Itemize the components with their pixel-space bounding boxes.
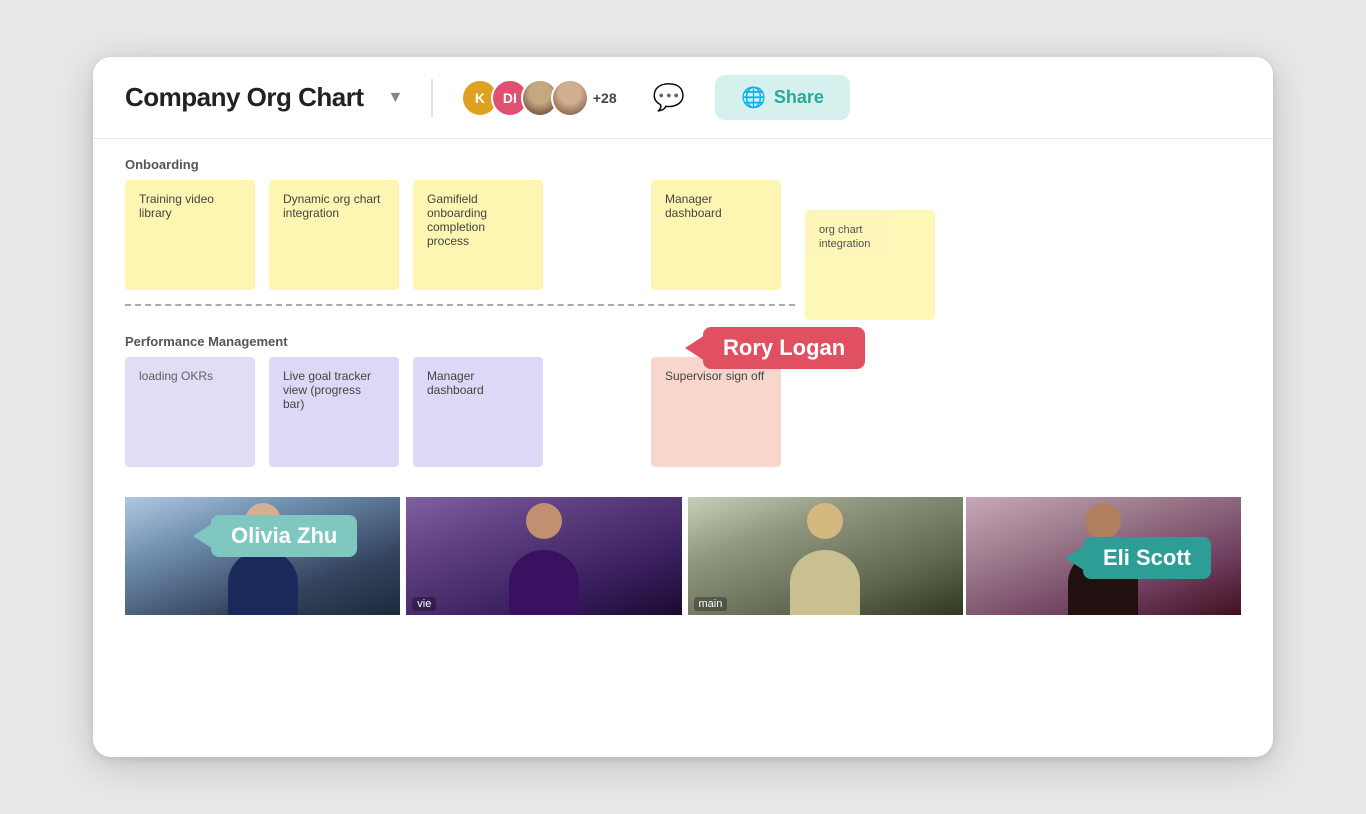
section-divider <box>125 304 795 306</box>
section-performance: Performance Management loading OKRs Live… <box>125 316 1241 467</box>
video-label-main: main <box>694 597 728 611</box>
card-supervisor-signoff[interactable]: Supervisor sign off <box>651 357 781 467</box>
rory-name: Rory Logan <box>723 335 845 361</box>
video-cell-2: vie <box>406 497 684 615</box>
card-live-goal-tracker[interactable]: Live goal tracker view (progress bar) <box>269 357 399 467</box>
card-dynamic-org[interactable]: Dynamic org chart integration <box>269 180 399 290</box>
video-cell-3: main <box>688 497 966 615</box>
olivia-zhu-tag: Olivia Zhu <box>211 515 357 557</box>
card-text: Gamifield onboarding completion process <box>427 192 487 248</box>
globe-icon: 🌐 <box>741 85 766 110</box>
card-text: loading OKRs <box>139 369 213 383</box>
card-gamifield[interactable]: Gamifield onboarding completion process <box>413 180 543 290</box>
eli-scott-tag: Eli Scott <box>1083 537 1211 579</box>
video-label-vie: vie <box>412 597 436 611</box>
card-text: Training video library <box>139 192 214 220</box>
onboarding-label: Onboarding <box>125 139 1241 180</box>
section-onboarding: Onboarding Training video library Dynami… <box>125 139 1241 290</box>
comment-icon[interactable]: 💬 <box>653 82 685 113</box>
olivia-name: Olivia Zhu <box>231 523 337 549</box>
card-training-video[interactable]: Training video library <box>125 180 255 290</box>
avatar-group: K DI +28 <box>461 79 617 117</box>
header-divider <box>431 79 433 117</box>
main-content: Onboarding Training video library Dynami… <box>93 139 1273 635</box>
avatar-count: +28 <box>593 90 617 106</box>
card-text: Live goal tracker view (progress bar) <box>283 369 371 411</box>
performance-label: Performance Management <box>125 316 1241 357</box>
eli-name: Eli Scott <box>1103 545 1191 571</box>
card-text: org chartintegration <box>819 224 870 250</box>
card-loading-okrs[interactable]: loading OKRs <box>125 357 255 467</box>
card-text: Supervisor sign off <box>665 369 764 383</box>
card-manager-dashboard-onboarding[interactable]: Manager dashboard <box>651 180 781 290</box>
card-text: Dynamic org chart integration <box>283 192 380 220</box>
performance-cards-row: loading OKRs Live goal tracker view (pro… <box>125 357 1241 467</box>
card-text: Manager dashboard <box>665 192 722 220</box>
device-frame: Company Org Chart ▼ K DI +28 💬 🌐 Share O… <box>93 57 1273 757</box>
page-title: Company Org Chart <box>125 82 364 113</box>
header: Company Org Chart ▼ K DI +28 💬 🌐 Share <box>93 57 1273 139</box>
card-manager-dashboard-perf[interactable]: Manager dashboard <box>413 357 543 467</box>
card-text: Manager dashboard <box>427 369 484 397</box>
share-label: Share <box>774 87 824 108</box>
rory-logan-tag: Rory Logan <box>703 327 865 369</box>
share-button[interactable]: 🌐 Share <box>715 75 850 120</box>
onboarding-cards-row: Training video library Dynamic org chart… <box>125 180 1241 290</box>
card-org-chart-right[interactable]: org chartintegration <box>805 210 935 320</box>
avatar-photo-2 <box>551 79 589 117</box>
dropdown-arrow-icon[interactable]: ▼ <box>388 89 404 107</box>
